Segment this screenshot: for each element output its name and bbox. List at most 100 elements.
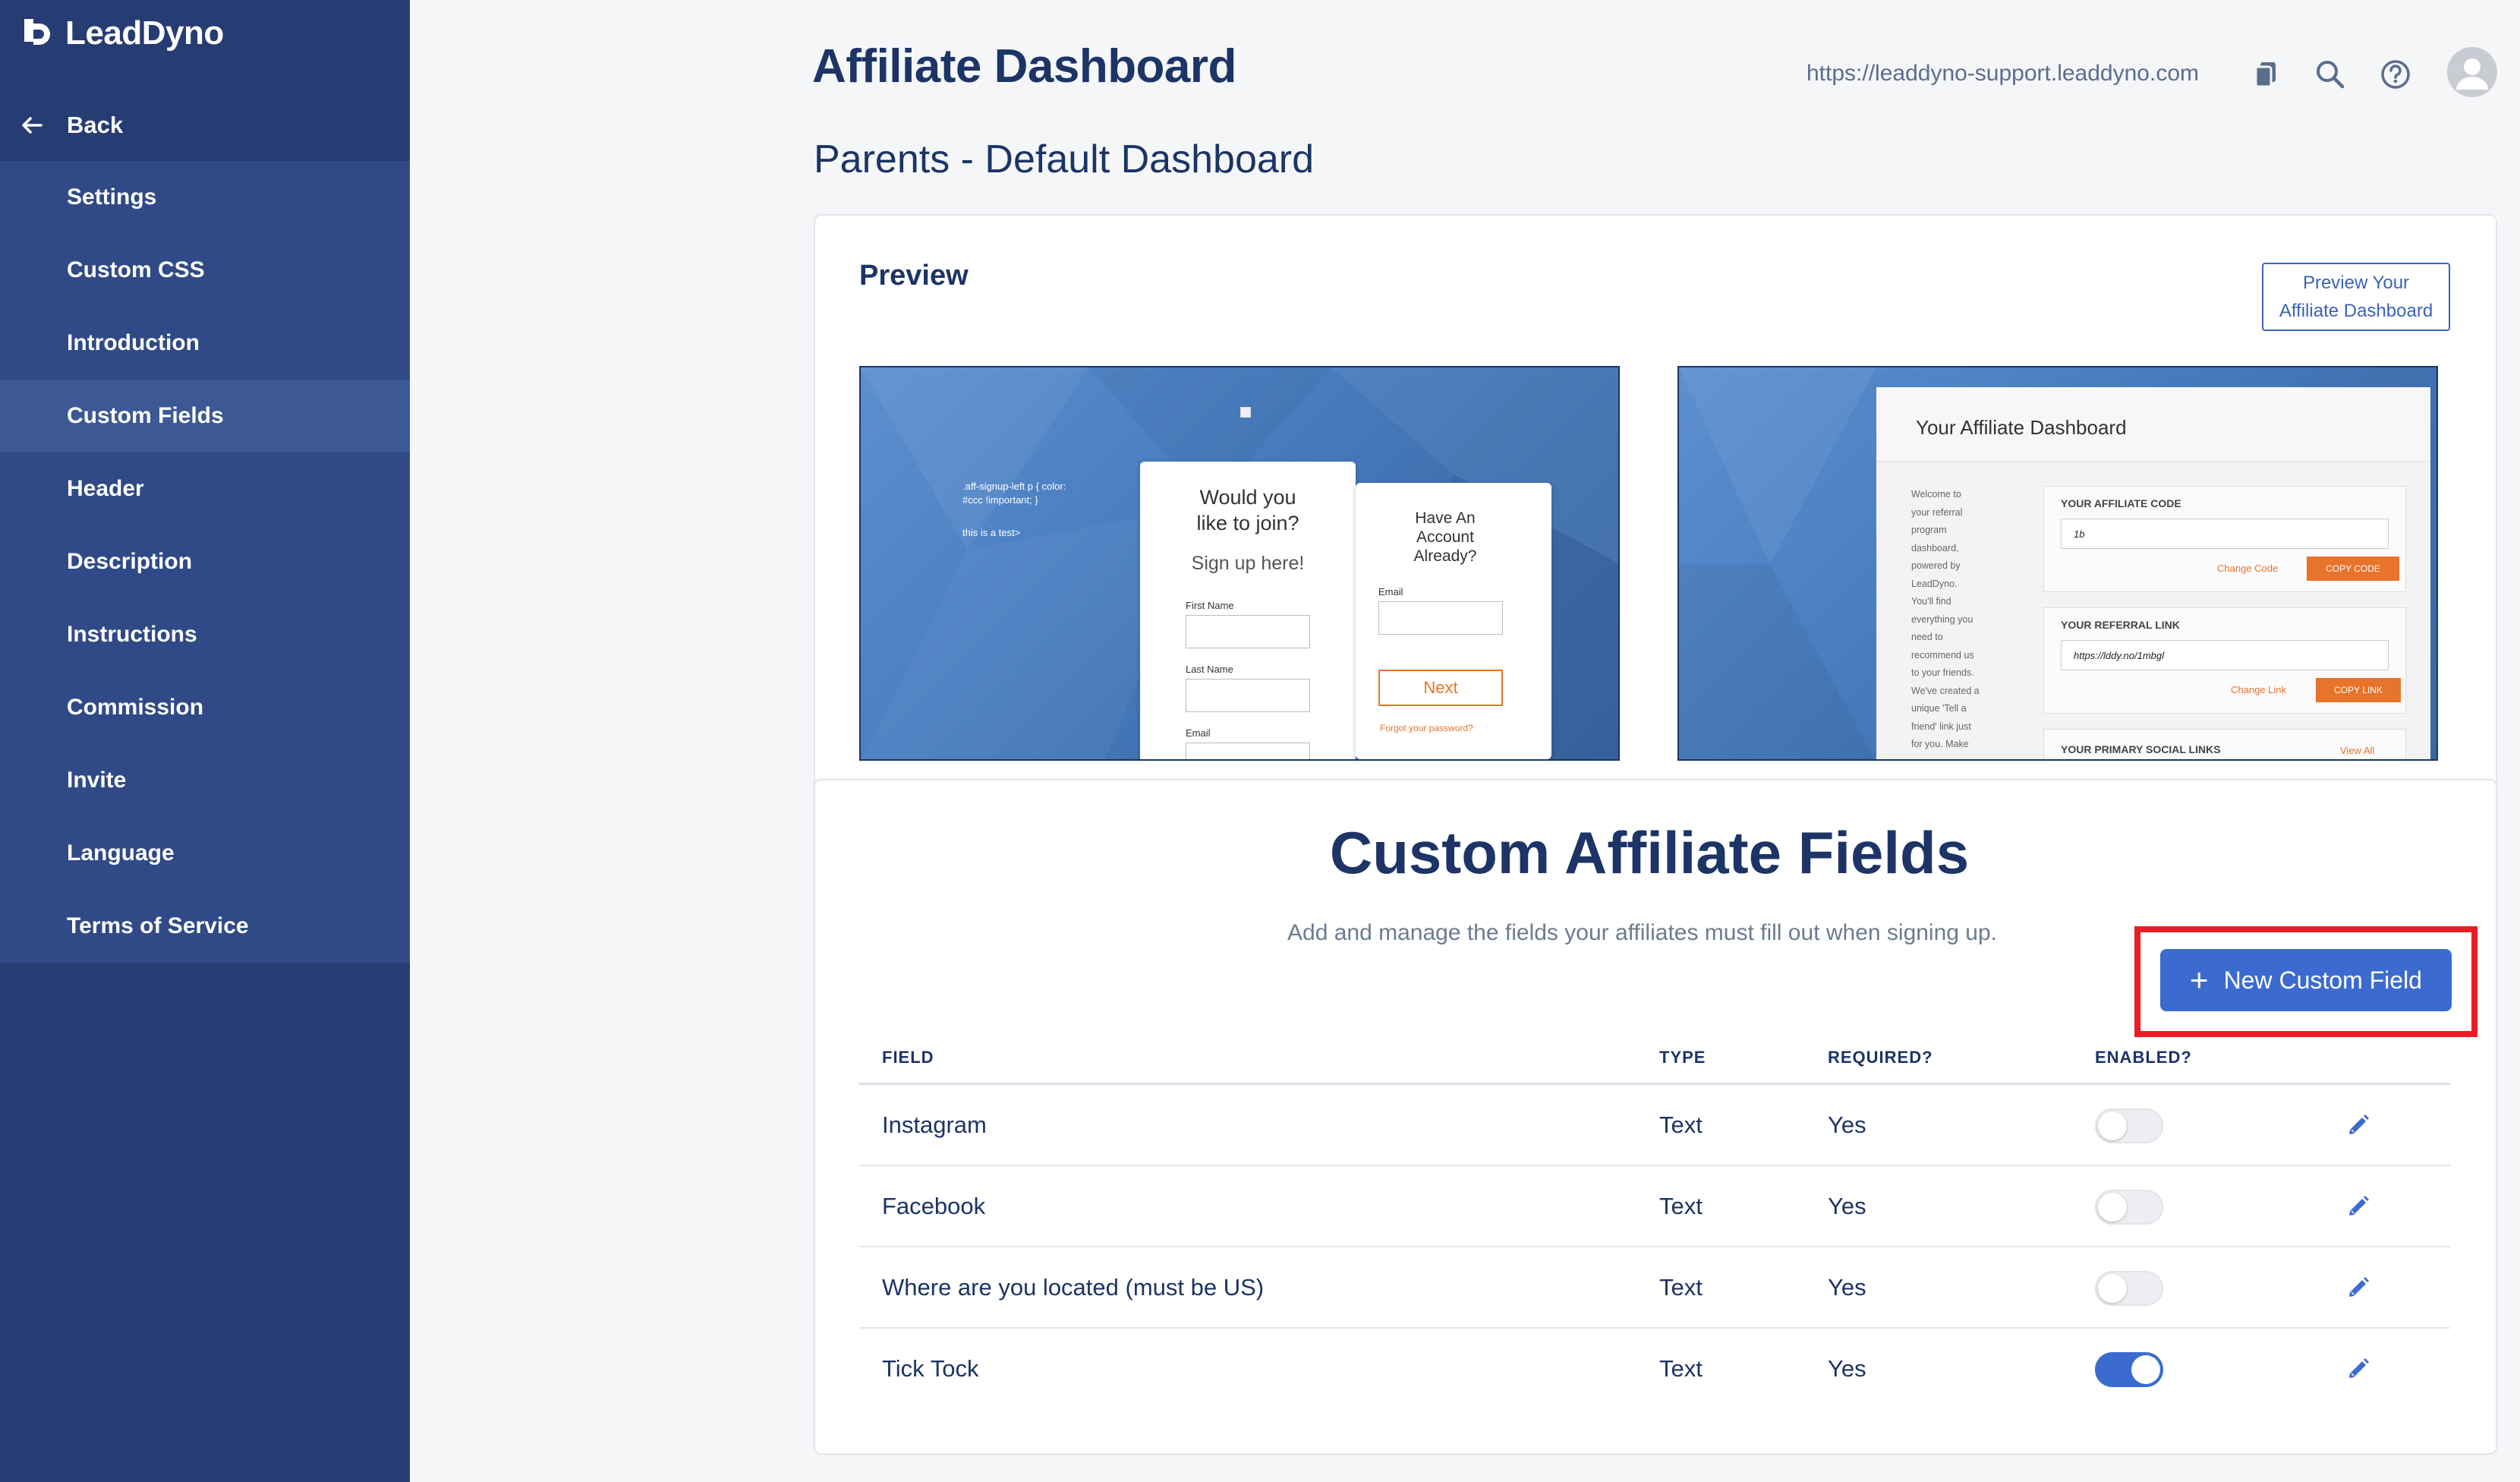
sidebar-item-header[interactable]: Header — [0, 452, 410, 525]
plus-icon: + — [2190, 962, 2209, 998]
column-header-required: REQUIRED? — [1828, 1048, 1933, 1067]
signup-login-card: Have An Account Already? Email Next Forg… — [1356, 483, 1551, 759]
table-header-divider — [859, 1083, 2450, 1085]
login-email-label: Email — [1378, 586, 1403, 598]
affiliate-code-input[interactable]: 1b — [2061, 519, 2389, 549]
column-header-enabled: ENABLED? — [2095, 1048, 2192, 1067]
social-links-label: YOUR PRIMARY SOCIAL LINKS — [2061, 743, 2221, 755]
preview-affiliate-dashboard-button[interactable]: Preview Your Affiliate Dashboard — [2262, 263, 2450, 331]
sidebar-item-label: Custom CSS — [67, 257, 205, 282]
copy-code-button[interactable]: COPY CODE — [2307, 557, 2399, 581]
preview-button-line1: Preview Your — [2302, 273, 2410, 293]
sidebar-item-label: Instructions — [67, 622, 197, 647]
sidebar-item-commission[interactable]: Commission — [0, 671, 410, 744]
field-required-cell: Yes — [1828, 1193, 1866, 1219]
first-name-input[interactable] — [1186, 615, 1310, 648]
affiliate-code-label: YOUR AFFILIATE CODE — [2061, 497, 2181, 509]
login-email-input[interactable] — [1378, 601, 1503, 635]
sidebar-nav: Settings Custom CSS Introduction Custom … — [0, 161, 410, 963]
toggle-knob — [2098, 1193, 2127, 1222]
first-name-label: First Name — [1186, 600, 1234, 611]
dashboard-subtitle: Parents - Default Dashboard — [814, 137, 1315, 181]
change-link-link[interactable]: Change Link — [2231, 684, 2286, 695]
custom-fields-description: Add and manage the fields your affiliate… — [1287, 920, 1998, 945]
field-required-cell: Yes — [1828, 1112, 1866, 1138]
sidebar-item-label: Custom Fields — [67, 403, 224, 428]
leaddyno-logo-icon — [24, 19, 50, 45]
back-link[interactable]: Back — [0, 99, 410, 152]
sidebar-item-label: Commission — [67, 695, 204, 720]
sidebar-item-label: Language — [67, 840, 175, 866]
back-label: Back — [67, 112, 124, 138]
signup-page-preview: .aff-signup-left p { color: #ccc !import… — [859, 366, 1620, 761]
dashboard-title: Your Affiliate Dashboard — [1876, 387, 2430, 462]
row-divider — [859, 1327, 2450, 1329]
page-title: Affiliate Dashboard — [812, 40, 1236, 93]
column-header-field: FIELD — [882, 1048, 934, 1067]
field-required-cell: Yes — [1828, 1274, 1866, 1301]
edit-pencil-icon[interactable] — [2345, 1274, 2371, 1300]
logo[interactable]: LeadDyno — [20, 12, 224, 55]
sidebar-item-settings[interactable]: Settings — [0, 161, 410, 234]
user-avatar[interactable] — [2447, 47, 2497, 97]
sidebar-item-label: Settings — [67, 184, 157, 210]
sidebar-item-custom-fields[interactable]: Custom Fields — [0, 380, 410, 452]
referral-link-input[interactable]: https://lddy.no/1mbgl — [2061, 640, 2389, 670]
social-links-box: YOUR PRIMARY SOCIAL LINKS View All — [2043, 729, 2406, 759]
dashboard-preview: Your Affiliate Dashboard Welcome to your… — [1677, 366, 2438, 761]
sidebar: LeadDyno Back Settings Custom CSS Introd… — [0, 0, 410, 1482]
field-type-cell: Text — [1659, 1193, 1703, 1219]
row-divider — [859, 1246, 2450, 1247]
sidebar-item-label: Terms of Service — [67, 913, 249, 938]
sidebar-item-label: Description — [67, 549, 193, 574]
enabled-toggle[interactable] — [2095, 1352, 2163, 1387]
sidebar-item-label: Header — [67, 476, 144, 501]
field-name-cell: Where are you located (must be US) — [882, 1274, 1265, 1301]
last-name-input[interactable] — [1186, 679, 1310, 712]
field-name-cell: Tick Tock — [882, 1355, 979, 1382]
signup-join-card: Would you like to join? Sign up here! Fi… — [1140, 462, 1356, 759]
edit-pencil-icon[interactable] — [2345, 1112, 2371, 1137]
sidebar-item-instructions[interactable]: Instructions — [0, 598, 410, 671]
enabled-toggle[interactable] — [2095, 1271, 2163, 1306]
copy-link-button[interactable]: COPY LINK — [2316, 678, 2401, 702]
change-code-link[interactable]: Change Code — [2217, 563, 2278, 574]
forgot-password-link[interactable]: Forgot your password? — [1380, 723, 1473, 733]
field-type-cell: Text — [1659, 1355, 1703, 1382]
sidebar-item-invite[interactable]: Invite — [0, 744, 410, 817]
edit-pencil-icon[interactable] — [2345, 1193, 2371, 1219]
signup-css-text: .aff-signup-left p { color: #ccc !import… — [962, 481, 1066, 506]
field-name-cell: Instagram — [882, 1112, 987, 1138]
email-input[interactable] — [1186, 743, 1310, 759]
new-custom-field-button[interactable]: + New Custom Field — [2160, 949, 2452, 1011]
search-icon[interactable] — [2312, 56, 2348, 93]
view-all-link[interactable]: View All — [2340, 745, 2374, 756]
referral-link-box: YOUR REFERRAL LINK https://lddy.no/1mbgl… — [2043, 607, 2406, 714]
sidebar-item-terms-of-service[interactable]: Terms of Service — [0, 890, 410, 963]
field-type-cell: Text — [1659, 1274, 1703, 1301]
broken-image-placeholder — [1240, 407, 1251, 418]
affiliate-url: https://leaddyno-support.leaddyno.com — [1807, 61, 2199, 86]
copy-icon[interactable] — [2248, 56, 2285, 93]
sidebar-item-custom-css[interactable]: Custom CSS — [0, 234, 410, 307]
enabled-toggle[interactable] — [2095, 1108, 2163, 1143]
join-title: Would you like to join? — [1196, 486, 1299, 534]
referral-link-label: YOUR REFERRAL LINK — [2061, 619, 2180, 631]
field-name-cell: Facebook — [882, 1193, 986, 1219]
edit-pencil-icon[interactable] — [2345, 1355, 2371, 1381]
column-header-type: TYPE — [1659, 1048, 1706, 1067]
preview-heading: Preview — [859, 260, 969, 292]
toggle-knob — [2098, 1112, 2127, 1140]
sidebar-item-introduction[interactable]: Introduction — [0, 307, 410, 380]
back-arrow-icon — [22, 117, 43, 134]
next-button[interactable]: Next — [1378, 670, 1503, 706]
enabled-toggle[interactable] — [2095, 1190, 2163, 1225]
sidebar-item-description[interactable]: Description — [0, 525, 410, 598]
help-icon[interactable] — [2377, 56, 2414, 93]
row-divider — [859, 1165, 2450, 1166]
sidebar-item-label: Invite — [67, 768, 127, 793]
sidebar-item-language[interactable]: Language — [0, 817, 410, 890]
affiliate-code-box: YOUR AFFILIATE CODE 1b Change Code COPY … — [2043, 486, 2406, 592]
custom-fields-title: Custom Affiliate Fields — [1329, 819, 1970, 886]
dashboard-intro: Welcome to your referral program dashboa… — [1911, 489, 1980, 749]
